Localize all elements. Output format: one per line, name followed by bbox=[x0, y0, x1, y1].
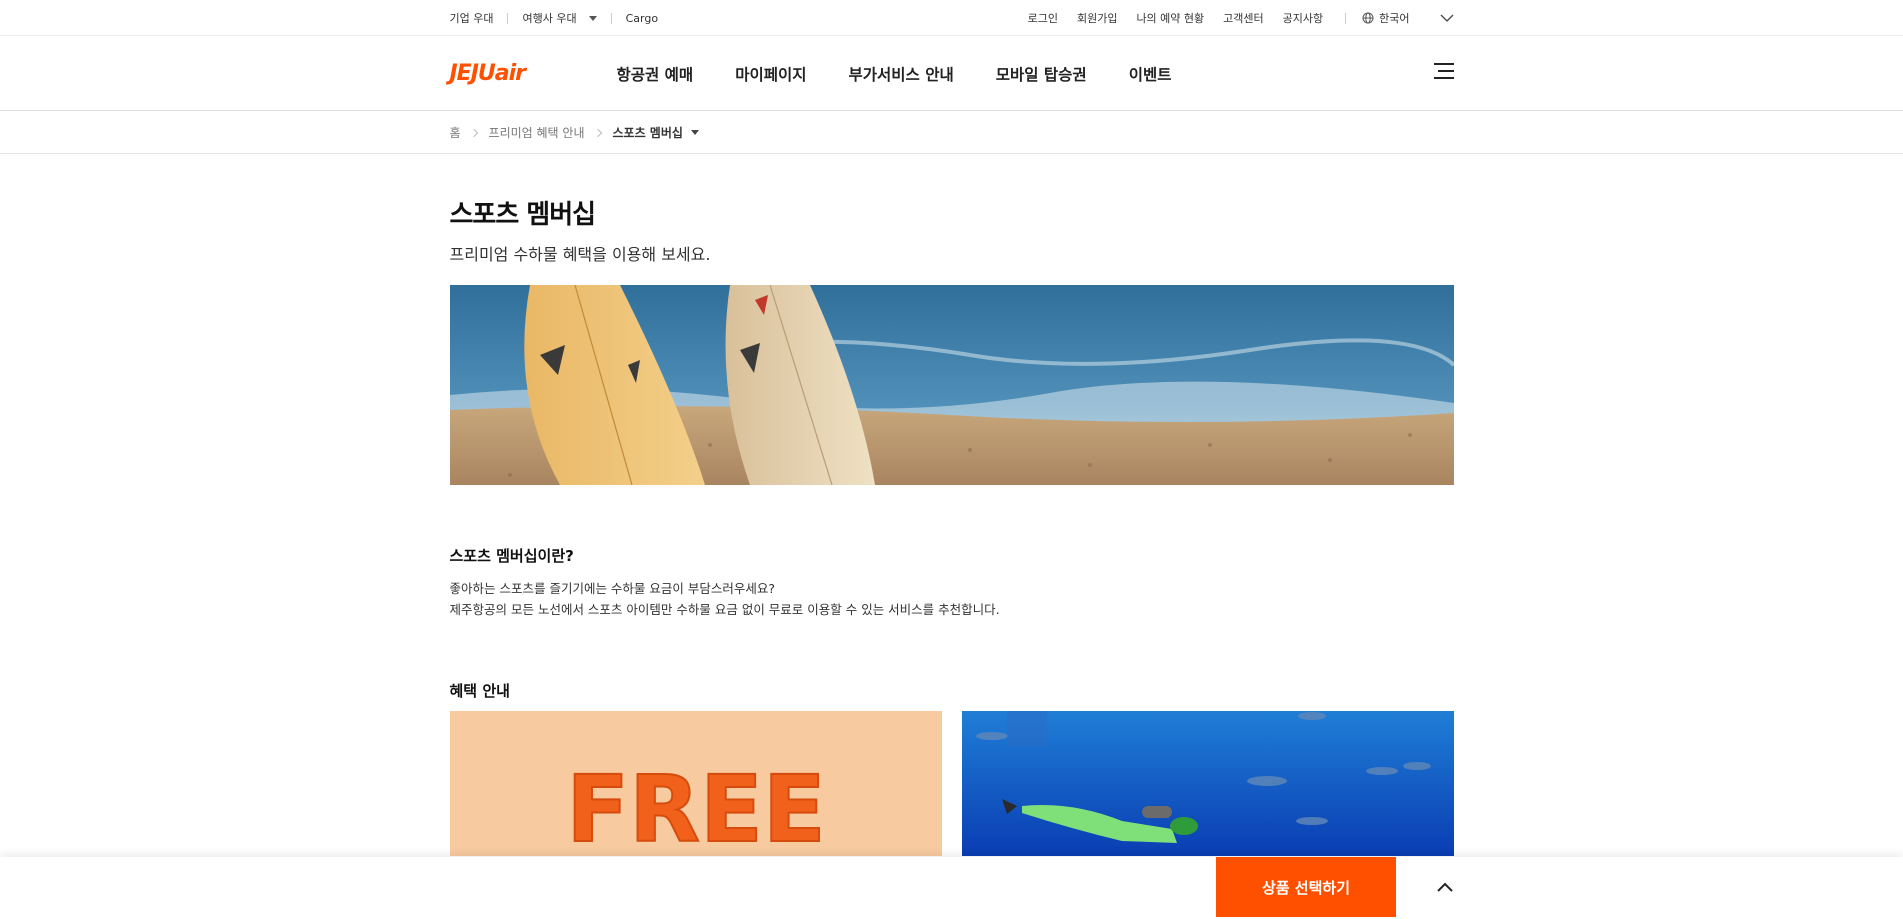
benefit-title: 혜택 안내 bbox=[449, 682, 510, 700]
hamburger-menu-icon[interactable] bbox=[1433, 63, 1454, 81]
about-line-2: 제주항공의 모든 노선에서 스포츠 아이템만 수하물 요금 없이 무료로 이용할… bbox=[449, 602, 1000, 617]
main-content: 스포츠 멤버십 프리미엄 수하물 혜택을 이용해 보세요. 스포츠 멤버십이란?… bbox=[449, 194, 1454, 856]
nav-mobile-boarding-pass[interactable]: 모바일 탑승권 bbox=[996, 63, 1087, 85]
chevron-down-icon[interactable] bbox=[1440, 14, 1454, 22]
about-line-1: 좋아하는 스포츠를 즐기기에는 수하물 요금이 부담스러우세요? bbox=[449, 581, 776, 596]
divider bbox=[507, 12, 509, 24]
about-description: 좋아하는 스포츠를 즐기기에는 수하물 요금이 부담스러우세요? 제주항공의 모… bbox=[450, 578, 1454, 620]
benefit-card-diver bbox=[961, 711, 1454, 856]
corporate-link[interactable]: 기업 우대 bbox=[450, 10, 494, 26]
caret-down-icon bbox=[690, 130, 699, 135]
utility-left: 기업 우대 여행사 우대 Cargo bbox=[450, 10, 659, 26]
chevron-right-icon bbox=[469, 128, 478, 137]
language-selector[interactable]: 한국어 bbox=[1362, 10, 1410, 26]
language-label: 한국어 bbox=[1379, 12, 1410, 25]
breadcrumb: 홈 프리미엄 혜택 안내 스포츠 멤버십 bbox=[0, 111, 1903, 154]
my-reservation-link[interactable]: 나의 예약 현황 bbox=[1136, 10, 1204, 26]
utility-right: 로그인 회원가입 나의 예약 현황 고객센터 공지사항 한국어 bbox=[1009, 10, 1454, 26]
page-title: 스포츠 멤버십 bbox=[449, 200, 597, 230]
benefit-card-free: FREE bbox=[449, 711, 942, 856]
signup-link[interactable]: 회원가입 bbox=[1077, 10, 1117, 26]
breadcrumb-current-dropdown[interactable]: 스포츠 멤버십 bbox=[613, 124, 699, 141]
chevron-right-icon bbox=[593, 128, 602, 137]
notice-link[interactable]: 공지사항 bbox=[1283, 10, 1323, 26]
divider bbox=[1345, 12, 1347, 24]
chevron-up-icon[interactable] bbox=[1435, 877, 1455, 897]
nav-mypage[interactable]: 마이페이지 bbox=[735, 63, 806, 85]
global-header: JEJUair 항공권 예매 마이페이지 부가서비스 안내 모바일 탑승권 이벤… bbox=[0, 36, 1903, 111]
customer-center-link[interactable]: 고객센터 bbox=[1223, 10, 1263, 26]
divider bbox=[610, 12, 612, 24]
cargo-link[interactable]: Cargo bbox=[626, 12, 658, 25]
globe-icon bbox=[1362, 12, 1374, 24]
login-link[interactable]: 로그인 bbox=[1028, 10, 1058, 26]
nav-events[interactable]: 이벤트 bbox=[1129, 63, 1172, 85]
caret-down-icon bbox=[588, 15, 597, 21]
select-product-button[interactable]: 상품 선택하기 bbox=[1216, 857, 1396, 917]
agency-dropdown[interactable]: 여행사 우대 bbox=[522, 10, 597, 26]
breadcrumb-current: 스포츠 멤버십 bbox=[612, 126, 683, 140]
nav-extra-services[interactable]: 부가서비스 안내 bbox=[849, 63, 954, 85]
page-subtitle: 프리미엄 수하물 혜택을 이용해 보세요. bbox=[449, 245, 711, 264]
jejuair-logo[interactable]: JEJUair bbox=[450, 61, 617, 86]
agency-label: 여행사 우대 bbox=[522, 12, 577, 25]
bottom-sticky-bar: 상품 선택하기 bbox=[0, 857, 1903, 919]
breadcrumb-parent[interactable]: 프리미엄 혜택 안내 bbox=[489, 124, 585, 141]
nav-booking[interactable]: 항공권 예매 bbox=[617, 63, 694, 85]
utility-bar: 기업 우대 여행사 우대 Cargo 로그인 회원가입 나의 예약 현황 고객센… bbox=[0, 0, 1903, 36]
free-balloon-text: FREE bbox=[566, 756, 825, 856]
breadcrumb-home[interactable]: 홈 bbox=[450, 124, 461, 141]
hero-image-surfboards bbox=[449, 285, 1454, 485]
about-title: 스포츠 멤버십이란? bbox=[449, 547, 574, 565]
benefit-cards: FREE bbox=[449, 711, 1454, 856]
main-nav: 항공권 예매 마이페이지 부가서비스 안내 모바일 탑승권 이벤트 bbox=[617, 63, 1214, 85]
